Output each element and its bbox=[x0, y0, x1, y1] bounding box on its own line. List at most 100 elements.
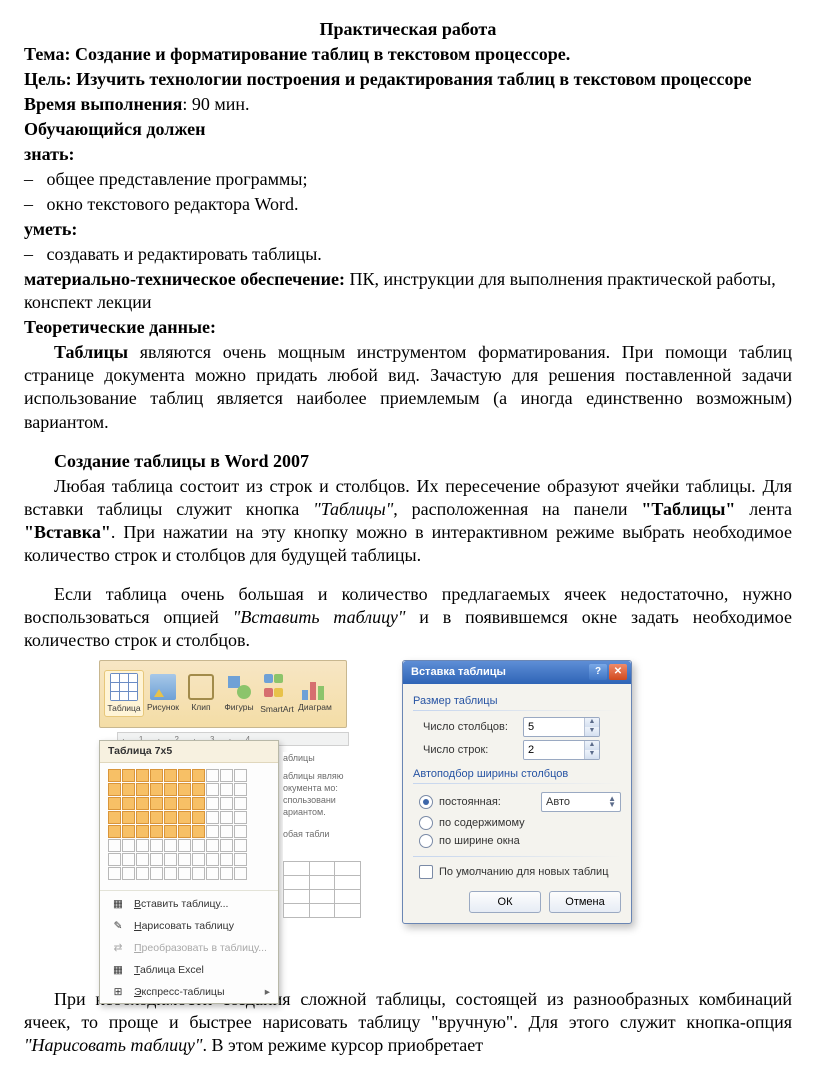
grid-cell[interactable] bbox=[234, 797, 247, 810]
grid-cell[interactable] bbox=[164, 769, 177, 782]
grid-cell[interactable] bbox=[192, 769, 205, 782]
grid-cell[interactable] bbox=[150, 783, 163, 796]
grid-cell[interactable] bbox=[220, 811, 233, 824]
grid-cell[interactable] bbox=[108, 769, 121, 782]
grid-cell[interactable] bbox=[234, 783, 247, 796]
grid-cell[interactable] bbox=[108, 853, 121, 866]
grid-cell[interactable] bbox=[192, 839, 205, 852]
grid-cell[interactable] bbox=[150, 839, 163, 852]
dropdown-menu-item[interactable]: ✎Нарисовать таблицу bbox=[100, 915, 278, 937]
grid-cell[interactable] bbox=[206, 797, 219, 810]
ribbon-btn-chart[interactable]: Диаграм bbox=[296, 674, 334, 713]
spin-up-icon[interactable]: ▲ bbox=[585, 741, 599, 750]
grid-cell[interactable] bbox=[220, 839, 233, 852]
grid-cell[interactable] bbox=[122, 825, 135, 838]
grid-cell[interactable] bbox=[220, 769, 233, 782]
rows-input[interactable] bbox=[524, 741, 584, 759]
grid-cell[interactable] bbox=[150, 825, 163, 838]
grid-cell[interactable] bbox=[192, 825, 205, 838]
check-default-new-tables[interactable]: По умолчанию для новых таблиц bbox=[413, 863, 621, 881]
grid-cell[interactable] bbox=[164, 797, 177, 810]
dropdown-menu-item[interactable]: ⊞Экспресс-таблицы▸ bbox=[100, 981, 278, 1003]
spin-up-icon[interactable]: ▲ bbox=[585, 718, 599, 727]
cancel-button[interactable]: Отмена bbox=[549, 891, 621, 913]
insert-table-grid[interactable] bbox=[100, 763, 278, 888]
grid-cell[interactable] bbox=[122, 811, 135, 824]
grid-cell[interactable] bbox=[178, 797, 191, 810]
grid-cell[interactable] bbox=[234, 825, 247, 838]
grid-cell[interactable] bbox=[192, 811, 205, 824]
grid-cell[interactable] bbox=[150, 867, 163, 880]
grid-cell[interactable] bbox=[234, 769, 247, 782]
grid-cell[interactable] bbox=[192, 867, 205, 880]
grid-cell[interactable] bbox=[164, 867, 177, 880]
grid-cell[interactable] bbox=[206, 783, 219, 796]
grid-cell[interactable] bbox=[164, 783, 177, 796]
spin-down-icon[interactable]: ▼ bbox=[585, 750, 599, 759]
grid-cell[interactable] bbox=[136, 769, 149, 782]
radio-by-content[interactable]: по содержимому bbox=[413, 814, 621, 832]
radio-by-window[interactable]: по ширине окна bbox=[413, 832, 621, 850]
grid-cell[interactable] bbox=[206, 839, 219, 852]
grid-cell[interactable] bbox=[164, 825, 177, 838]
grid-cell[interactable] bbox=[164, 811, 177, 824]
grid-cell[interactable] bbox=[206, 867, 219, 880]
grid-cell[interactable] bbox=[122, 797, 135, 810]
grid-cell[interactable] bbox=[164, 853, 177, 866]
grid-cell[interactable] bbox=[206, 769, 219, 782]
grid-cell[interactable] bbox=[206, 853, 219, 866]
grid-cell[interactable] bbox=[136, 853, 149, 866]
radio-fixed-width[interactable]: постоянная: Авто ▲▼ bbox=[413, 790, 621, 814]
ribbon-btn-table[interactable]: Таблица bbox=[104, 670, 144, 717]
grid-cell[interactable] bbox=[136, 839, 149, 852]
grid-cell[interactable] bbox=[136, 867, 149, 880]
grid-cell[interactable] bbox=[150, 853, 163, 866]
grid-cell[interactable] bbox=[220, 867, 233, 880]
grid-cell[interactable] bbox=[178, 811, 191, 824]
grid-cell[interactable] bbox=[206, 825, 219, 838]
grid-cell[interactable] bbox=[192, 783, 205, 796]
ribbon-btn-clip[interactable]: Клип bbox=[182, 674, 220, 713]
grid-cell[interactable] bbox=[220, 853, 233, 866]
grid-cell[interactable] bbox=[108, 811, 121, 824]
grid-cell[interactable] bbox=[136, 825, 149, 838]
grid-cell[interactable] bbox=[122, 783, 135, 796]
grid-cell[interactable] bbox=[220, 797, 233, 810]
grid-cell[interactable] bbox=[178, 783, 191, 796]
grid-cell[interactable] bbox=[150, 811, 163, 824]
grid-cell[interactable] bbox=[136, 811, 149, 824]
dialog-close-button[interactable]: ✕ bbox=[609, 664, 627, 680]
grid-cell[interactable] bbox=[122, 853, 135, 866]
dropdown-menu-item[interactable]: ▦Вставить таблицу... bbox=[100, 893, 278, 915]
grid-cell[interactable] bbox=[234, 853, 247, 866]
grid-cell[interactable] bbox=[164, 839, 177, 852]
dropdown-menu-item[interactable]: ▦Таблица Excel bbox=[100, 959, 278, 981]
spin-down-icon[interactable]: ▼ bbox=[585, 727, 599, 736]
cols-input[interactable] bbox=[524, 718, 584, 736]
grid-cell[interactable] bbox=[150, 797, 163, 810]
dialog-help-button[interactable]: ? bbox=[589, 664, 607, 680]
grid-cell[interactable] bbox=[122, 769, 135, 782]
grid-cell[interactable] bbox=[178, 769, 191, 782]
grid-cell[interactable] bbox=[108, 825, 121, 838]
dialog-titlebar[interactable]: Вставка таблицы ? ✕ bbox=[403, 661, 631, 684]
grid-cell[interactable] bbox=[136, 797, 149, 810]
grid-cell[interactable] bbox=[122, 839, 135, 852]
grid-cell[interactable] bbox=[220, 783, 233, 796]
fixed-width-select[interactable]: Авто ▲▼ bbox=[541, 792, 621, 812]
grid-cell[interactable] bbox=[150, 769, 163, 782]
spin-down-icon[interactable]: ▼ bbox=[608, 802, 616, 808]
grid-cell[interactable] bbox=[206, 811, 219, 824]
ribbon-btn-picture[interactable]: Рисунок bbox=[144, 674, 182, 713]
grid-cell[interactable] bbox=[108, 839, 121, 852]
grid-cell[interactable] bbox=[108, 797, 121, 810]
grid-cell[interactable] bbox=[220, 825, 233, 838]
grid-cell[interactable] bbox=[108, 867, 121, 880]
ok-button[interactable]: ОК bbox=[469, 891, 541, 913]
grid-cell[interactable] bbox=[178, 825, 191, 838]
rows-spinner[interactable]: ▲▼ bbox=[523, 740, 600, 760]
ribbon-btn-smartart[interactable]: SmartArt bbox=[258, 672, 296, 715]
grid-cell[interactable] bbox=[192, 797, 205, 810]
grid-cell[interactable] bbox=[178, 867, 191, 880]
grid-cell[interactable] bbox=[178, 853, 191, 866]
